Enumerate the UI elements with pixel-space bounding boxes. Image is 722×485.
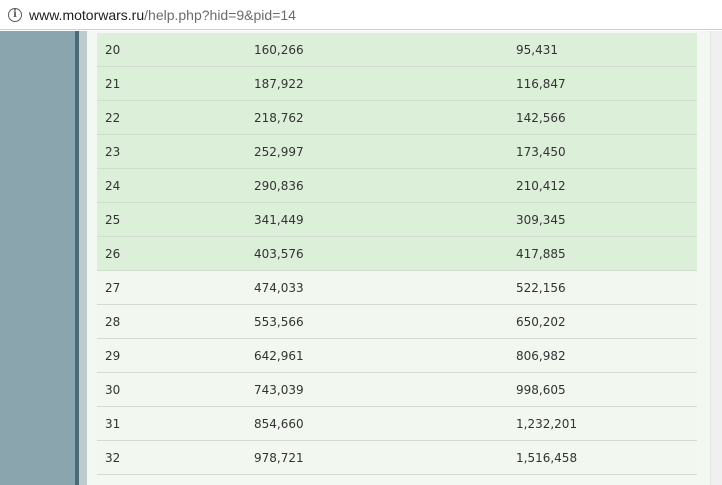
table-cell-value-b: 95,431 bbox=[516, 42, 558, 57]
table-cell-level: 25 bbox=[105, 212, 121, 227]
table-cell-value-a: 290,836 bbox=[254, 178, 304, 193]
table-row: 21 187,922 116,847 bbox=[97, 67, 697, 101]
table-cell-value-a: 341,449 bbox=[254, 212, 304, 227]
table-row: 31 854,660 1,232,201 bbox=[97, 407, 697, 441]
table-cell-value-a: 187,922 bbox=[254, 76, 304, 91]
table-cell-level: 29 bbox=[105, 348, 121, 363]
table-row: 29 642,961 806,982 bbox=[97, 339, 697, 373]
table-cell-value-a: 642,961 bbox=[254, 348, 304, 363]
table-cell-level: 30 bbox=[105, 382, 121, 397]
table-cell-level: 26 bbox=[105, 246, 121, 261]
table-cell-value-b: 998,605 bbox=[516, 382, 566, 397]
table-cell-value-b: 806,982 bbox=[516, 348, 566, 363]
scrollbar[interactable] bbox=[710, 31, 722, 485]
table-cell-value-b: 1,516,458 bbox=[516, 450, 578, 465]
info-icon[interactable]: i bbox=[8, 7, 22, 22]
table-cell-value-a: 218,762 bbox=[254, 110, 304, 125]
table-row: 28 553,566 650,202 bbox=[97, 305, 697, 339]
table-cell-level: 28 bbox=[105, 314, 121, 329]
table-cell-level: 32 bbox=[105, 450, 121, 465]
table-row: 32 978,721 1,516,458 bbox=[97, 441, 697, 475]
table-cell-value-b: 210,412 bbox=[516, 178, 566, 193]
table-cell-value-a: 160,266 bbox=[254, 42, 304, 57]
url-path: /help.php?hid=9&pid=14 bbox=[144, 6, 296, 23]
url-text[interactable]: www.motorwars.ru/help.php?hid=9&pid=14 bbox=[29, 7, 296, 23]
table-row: 30 743,039 998,605 bbox=[97, 373, 697, 407]
table-cell-value-b: 417,885 bbox=[516, 246, 566, 261]
table-cell-level: 20 bbox=[105, 42, 121, 57]
table-cell-value-b: 309,345 bbox=[516, 212, 566, 227]
table-row: 22 218,762 142,566 bbox=[97, 101, 697, 135]
table-cell-level: 21 bbox=[105, 76, 121, 91]
table-cell-value-a: 854,660 bbox=[254, 416, 304, 431]
table-row: 27 474,033 522,156 bbox=[97, 271, 697, 305]
content-border bbox=[79, 31, 87, 485]
table-cell-value-a: 743,039 bbox=[254, 382, 304, 397]
table-cell-value-b: 142,566 bbox=[516, 110, 566, 125]
table-cell-level: 23 bbox=[105, 144, 121, 159]
table-cell-value-b: 650,202 bbox=[516, 314, 566, 329]
table-cell-level: 22 bbox=[105, 110, 121, 125]
table-cell-level: 27 bbox=[105, 280, 121, 295]
left-sidebar bbox=[0, 31, 75, 485]
address-bar[interactable]: i www.motorwars.ru/help.php?hid=9&pid=14 bbox=[0, 0, 722, 30]
table-cell-value-b: 173,450 bbox=[516, 144, 566, 159]
table-row: 24 290,836 210,412 bbox=[97, 169, 697, 203]
table-row: 25 341,449 309,345 bbox=[97, 203, 697, 237]
url-host: www.motorwars.ru bbox=[29, 6, 145, 23]
data-table: 20 160,266 95,431 21 187,922 116,847 22 218,762… bbox=[97, 33, 697, 475]
table-cell-value-a: 553,566 bbox=[254, 314, 304, 329]
table-row: 23 252,997 173,450 bbox=[97, 135, 697, 169]
table-cell-level: 31 bbox=[105, 416, 121, 431]
table-cell-value-a: 403,576 bbox=[254, 246, 304, 261]
table-cell-value-b: 116,847 bbox=[516, 76, 566, 91]
table-cell-level: 24 bbox=[105, 178, 121, 193]
table-cell-value-a: 252,997 bbox=[254, 144, 304, 159]
table-cell-value-a: 474,033 bbox=[254, 280, 304, 295]
table-cell-value-a: 978,721 bbox=[254, 450, 304, 465]
table-row: 26 403,576 417,885 bbox=[97, 237, 697, 271]
table-cell-value-b: 1,232,201 bbox=[516, 416, 578, 431]
table-row: 20 160,266 95,431 bbox=[97, 33, 697, 67]
table-cell-value-b: 522,156 bbox=[516, 280, 566, 295]
